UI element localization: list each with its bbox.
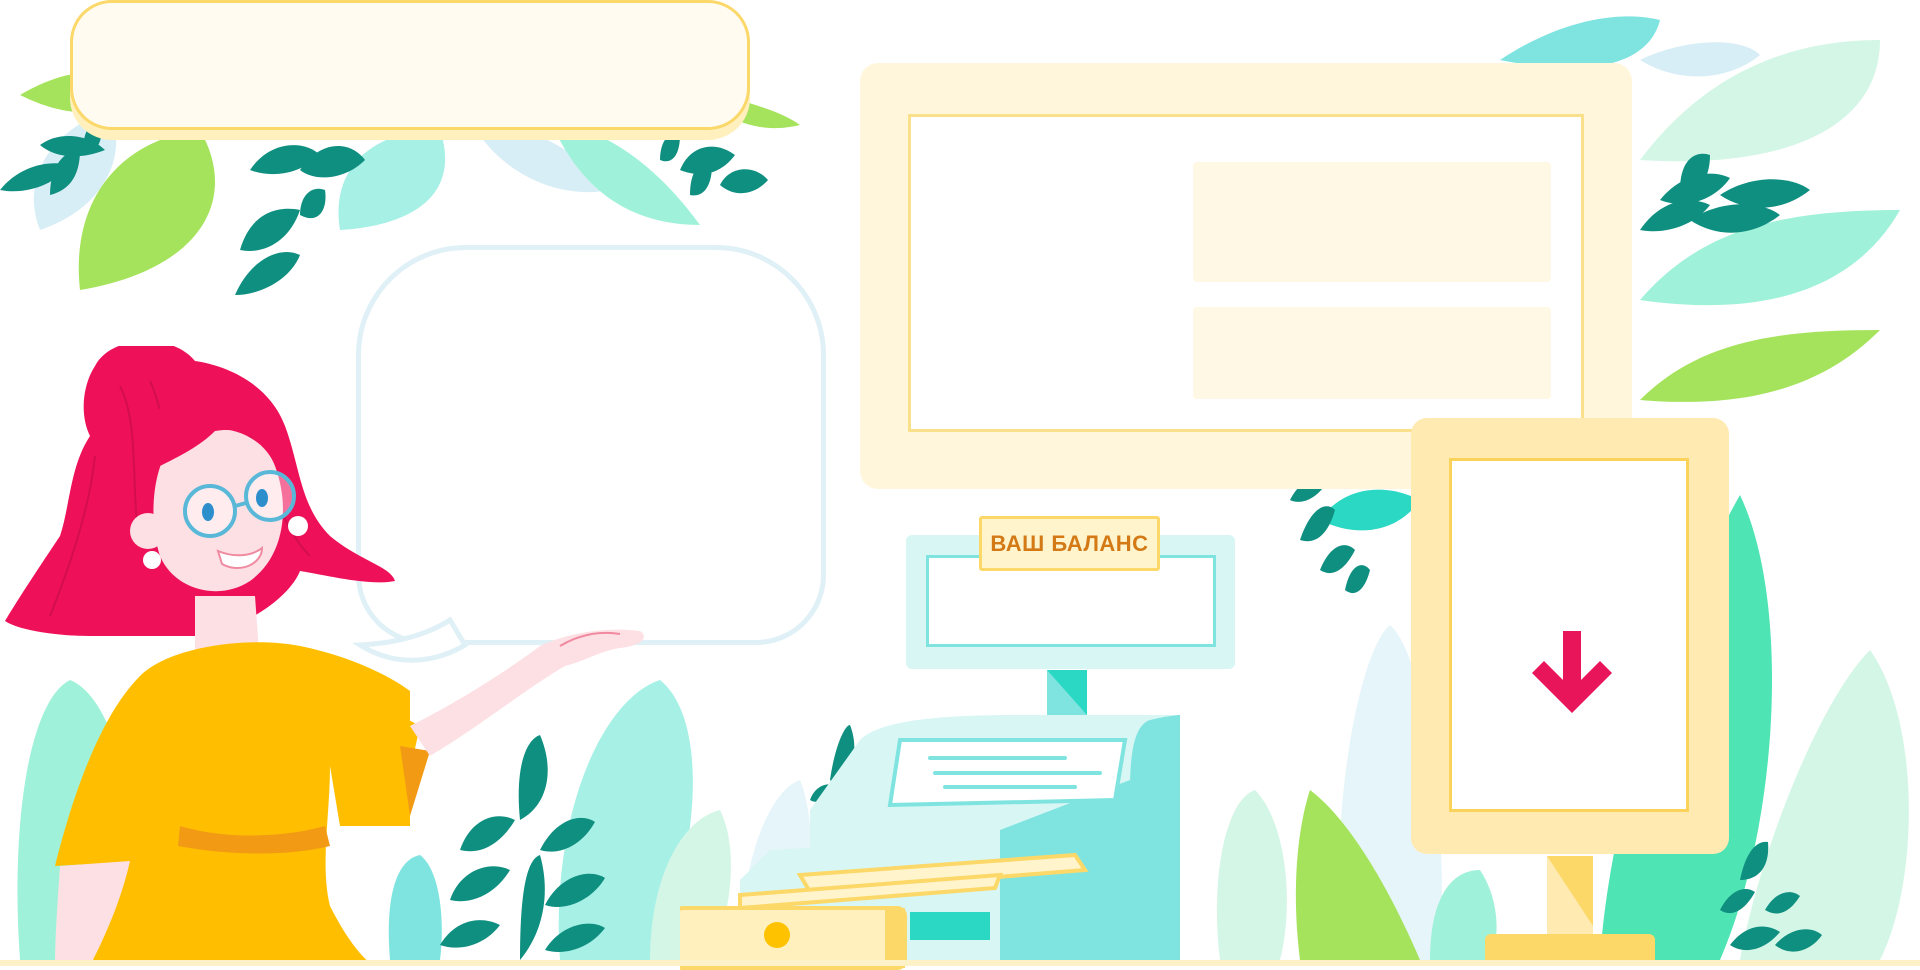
- download-screen[interactable]: [1449, 458, 1689, 812]
- ground-line: [0, 960, 1920, 966]
- download-panel[interactable]: [1411, 418, 1729, 854]
- monitor-screen: [908, 114, 1584, 432]
- arrow-down-icon[interactable]: [1532, 631, 1612, 731]
- monitor-field-top: [1193, 162, 1551, 282]
- cash-register: [680, 670, 1180, 970]
- middle-leaves: [1290, 480, 1420, 594]
- woman-presenter-illustration: [5, 346, 644, 966]
- download-panel-stand: [1485, 856, 1655, 966]
- title-banner: [70, 0, 750, 130]
- monitor-field-bottom: [1193, 307, 1551, 399]
- balance-label: ВАШ БАЛАНС: [979, 516, 1160, 571]
